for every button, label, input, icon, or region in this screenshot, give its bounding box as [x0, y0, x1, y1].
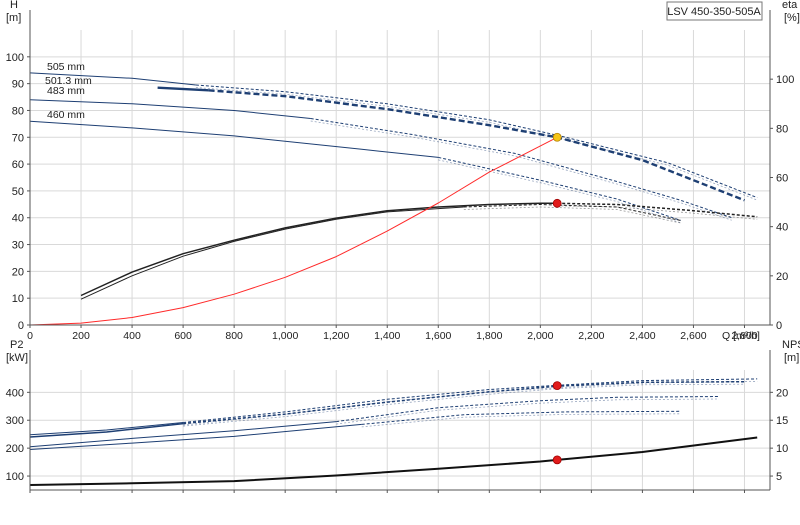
y-axis-unit-right: [%] [784, 12, 800, 24]
x-tick-label: 0 [27, 330, 33, 342]
duty-point-marker [552, 198, 562, 208]
y-axis-label-left: P2 [10, 339, 23, 351]
y-tick-label-left: 70 [12, 132, 24, 144]
curve-label: 505 mm [47, 61, 85, 73]
y-axis-unit-right: [m] [784, 352, 799, 364]
x-axis-label: Q [m³/h] [722, 330, 760, 342]
x-tick-label: 2,400 [629, 330, 655, 342]
chart-title: LSV 450-350-505A [667, 6, 761, 18]
y-tick-label-left: 200 [6, 443, 24, 455]
x-tick-label: 1,800 [476, 330, 502, 342]
x-tick-label: 600 [174, 330, 192, 342]
y-axis-label-right: eta [782, 0, 798, 11]
x-tick-label: 1,200 [323, 330, 349, 342]
y-tick-label-left: 300 [6, 415, 24, 427]
x-tick-label: 200 [72, 330, 90, 342]
y-tick-label-left: 10 [12, 293, 24, 305]
y-tick-label-right: 40 [776, 222, 788, 234]
y-tick-label-left: 40 [12, 213, 24, 225]
y-tick-label-right: 60 [776, 173, 788, 185]
y-tick-label-left: 0 [18, 320, 24, 332]
x-tick-label: 2,600 [680, 330, 706, 342]
y-tick-label-right: 15 [776, 415, 788, 427]
x-tick-label: 2,000 [527, 330, 553, 342]
x-tick-label: 2,200 [578, 330, 604, 342]
duty-point-marker [552, 455, 562, 465]
y-axis-label-right: NPSH [782, 339, 800, 351]
y-tick-label-left: 20 [12, 266, 24, 278]
x-tick-label: 1,400 [374, 330, 400, 342]
chart-canvas: 0 10 20 30 40 50 60 70 80 90 100 0 20 40 60 80 100 0 200 40… [0, 0, 800, 520]
y-tick-label-right: 10 [776, 443, 788, 455]
y-tick-label-right: 80 [776, 123, 788, 135]
duty-point-marker [552, 381, 562, 391]
y-tick-label-right: 20 [776, 271, 788, 283]
x-tick-label: 1,000 [272, 330, 298, 342]
y-tick-label-left: 90 [12, 79, 24, 91]
title-box: LSV 450-350-505A [666, 1, 763, 21]
y-tick-label-left: 30 [12, 240, 24, 252]
curve-label: 483 mm [47, 85, 85, 97]
x-tick-label: 800 [225, 330, 243, 342]
curve-label: 460 mm [47, 109, 85, 121]
y-tick-label-left: 50 [12, 186, 24, 198]
y-axis-unit-left: [kW] [6, 352, 28, 364]
x-tick-label: 1,600 [425, 330, 451, 342]
y-tick-label-left: 400 [6, 387, 24, 399]
y-tick-label-right: 20 [776, 387, 788, 399]
y-tick-label-left: 100 [6, 471, 24, 483]
y-tick-label-right: 5 [776, 471, 782, 483]
x-tick-label: 400 [123, 330, 141, 342]
y-tick-label-left: 80 [12, 105, 24, 117]
y-axis-unit-left: [m] [6, 12, 21, 24]
y-tick-label-right: 0 [776, 320, 782, 332]
y-tick-label-left: 100 [6, 52, 24, 64]
y-axis-label-left: H [10, 0, 18, 11]
y-tick-label-right: 100 [776, 74, 794, 86]
pump-curve-figure: 0 10 20 30 40 50 60 70 80 90 100 0 20 40 60 80 100 0 200 40… [0, 0, 800, 520]
duty-point-marker [552, 132, 562, 142]
y-tick-label-left: 60 [12, 159, 24, 171]
